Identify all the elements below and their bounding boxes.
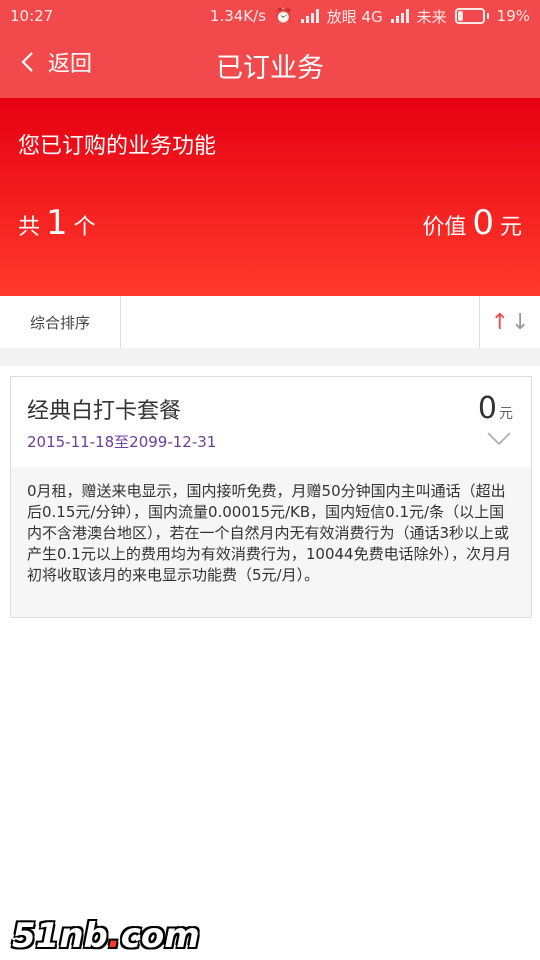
watermark-logo: 51nb.com <box>12 916 200 956</box>
total-value: 价值 0 元 <box>422 203 522 243</box>
battery-percent: 19% <box>496 7 530 25</box>
service-card-header[interactable]: 经典白打卡套餐 2015-11-18至2099-12-31 0元 <box>11 377 531 468</box>
carrier-2: 未来 <box>416 7 447 26</box>
value-prefix: 价值 <box>422 215 467 240</box>
service-price: 0元 <box>478 391 513 426</box>
summary-heading: 您已订购的业务功能 <box>18 134 217 159</box>
sort-order-toggle[interactable]: ↑ ↓ <box>479 296 540 348</box>
count-value: 1 <box>46 203 68 243</box>
service-date-range: 2015-11-18至2099-12-31 <box>27 433 217 451</box>
signal-icon <box>300 9 319 23</box>
watermark-text-a: 51nb <box>12 916 108 956</box>
watermark-text-b: com <box>120 916 200 956</box>
sort-tab-comprehensive[interactable]: 综合排序 <box>0 296 121 348</box>
value-amount: 0 <box>472 203 494 243</box>
price-value: 0 <box>477 391 497 426</box>
service-card: 经典白打卡套餐 2015-11-18至2099-12-31 0元 0月租，赠送来… <box>10 376 532 618</box>
divider <box>0 348 540 366</box>
service-name: 经典白打卡套餐 <box>27 399 182 424</box>
status-indicators: 1.34K/s ⏰ 放眼 4G 未来 19% <box>210 6 530 27</box>
battery-icon <box>454 8 489 24</box>
service-count: 共1个 <box>18 203 96 243</box>
page-title: 已订业务 <box>216 53 324 84</box>
chevron-down-icon[interactable] <box>487 432 511 446</box>
price-unit: 元 <box>499 406 513 422</box>
watermark-dot: . <box>107 916 121 956</box>
status-bar: 10:27 1.34K/s ⏰ 放眼 4G 未来 19% <box>0 0 540 32</box>
nav-bar: 返回 已订业务 <box>0 32 540 98</box>
count-suffix: 个 <box>73 215 96 240</box>
arrow-up-icon: ↑ <box>490 309 509 335</box>
sort-bar: 综合排序 ↑ ↓ <box>0 296 540 349</box>
summary-banner: 您已订购的业务功能 共1个 价值 0 元 <box>0 98 540 296</box>
network-speed: 1.34K/s <box>209 7 267 25</box>
value-suffix: 元 <box>499 215 522 240</box>
status-time: 10:27 <box>10 7 54 25</box>
signal-icon-2 <box>390 9 409 23</box>
carrier-1: 放眼 4G <box>326 7 383 26</box>
arrow-down-icon: ↓ <box>511 309 530 335</box>
alarm-icon: ⏰ <box>274 7 293 25</box>
service-description: 0月租，赠送来电显示，国内接听免费，月赠50分钟国内主叫通话（超出后0.15元/… <box>11 467 531 617</box>
count-prefix: 共 <box>18 215 41 240</box>
